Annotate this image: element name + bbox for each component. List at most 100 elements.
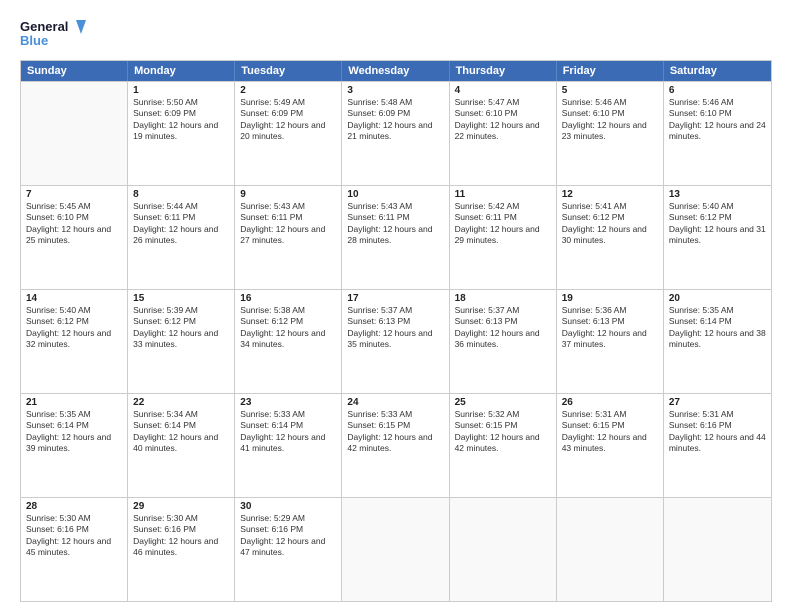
weekday-header: Thursday	[450, 61, 557, 81]
calendar-cell	[664, 498, 771, 601]
calendar-cell: 4 Sunrise: 5:47 AM Sunset: 6:10 PM Dayli…	[450, 82, 557, 185]
day-info: Sunrise: 5:36 AM Sunset: 6:13 PM Dayligh…	[562, 305, 658, 351]
weekday-header: Tuesday	[235, 61, 342, 81]
day-info: Sunrise: 5:43 AM Sunset: 6:11 PM Dayligh…	[240, 201, 336, 247]
day-number: 11	[455, 189, 551, 200]
day-info: Sunrise: 5:42 AM Sunset: 6:11 PM Dayligh…	[455, 201, 551, 247]
day-info: Sunrise: 5:39 AM Sunset: 6:12 PM Dayligh…	[133, 305, 229, 351]
weekday-header: Wednesday	[342, 61, 449, 81]
day-info: Sunrise: 5:30 AM Sunset: 6:16 PM Dayligh…	[26, 513, 122, 559]
day-number: 18	[455, 293, 551, 304]
logo: General Blue	[20, 16, 90, 52]
day-number: 2	[240, 85, 336, 96]
day-number: 25	[455, 397, 551, 408]
day-number: 29	[133, 501, 229, 512]
svg-text:Blue: Blue	[20, 33, 48, 48]
day-info: Sunrise: 5:43 AM Sunset: 6:11 PM Dayligh…	[347, 201, 443, 247]
day-info: Sunrise: 5:33 AM Sunset: 6:15 PM Dayligh…	[347, 409, 443, 455]
day-number: 21	[26, 397, 122, 408]
calendar-cell: 9 Sunrise: 5:43 AM Sunset: 6:11 PM Dayli…	[235, 186, 342, 289]
calendar-cell: 21 Sunrise: 5:35 AM Sunset: 6:14 PM Dayl…	[21, 394, 128, 497]
day-info: Sunrise: 5:40 AM Sunset: 6:12 PM Dayligh…	[26, 305, 122, 351]
weekday-header: Monday	[128, 61, 235, 81]
calendar-row: 14 Sunrise: 5:40 AM Sunset: 6:12 PM Dayl…	[21, 289, 771, 393]
calendar-cell: 15 Sunrise: 5:39 AM Sunset: 6:12 PM Dayl…	[128, 290, 235, 393]
page: General Blue SundayMondayTuesdayWednesda…	[0, 0, 792, 612]
calendar-cell: 3 Sunrise: 5:48 AM Sunset: 6:09 PM Dayli…	[342, 82, 449, 185]
calendar-cell: 28 Sunrise: 5:30 AM Sunset: 6:16 PM Dayl…	[21, 498, 128, 601]
header: General Blue	[20, 16, 772, 52]
calendar-row: 1 Sunrise: 5:50 AM Sunset: 6:09 PM Dayli…	[21, 81, 771, 185]
calendar-cell: 27 Sunrise: 5:31 AM Sunset: 6:16 PM Dayl…	[664, 394, 771, 497]
calendar-cell: 29 Sunrise: 5:30 AM Sunset: 6:16 PM Dayl…	[128, 498, 235, 601]
day-number: 19	[562, 293, 658, 304]
weekday-header: Friday	[557, 61, 664, 81]
day-number: 27	[669, 397, 766, 408]
day-info: Sunrise: 5:37 AM Sunset: 6:13 PM Dayligh…	[455, 305, 551, 351]
day-number: 7	[26, 189, 122, 200]
calendar-cell: 14 Sunrise: 5:40 AM Sunset: 6:12 PM Dayl…	[21, 290, 128, 393]
day-info: Sunrise: 5:50 AM Sunset: 6:09 PM Dayligh…	[133, 97, 229, 143]
calendar-cell	[557, 498, 664, 601]
weekday-header: Sunday	[21, 61, 128, 81]
calendar-cell: 16 Sunrise: 5:38 AM Sunset: 6:12 PM Dayl…	[235, 290, 342, 393]
calendar-cell: 23 Sunrise: 5:33 AM Sunset: 6:14 PM Dayl…	[235, 394, 342, 497]
calendar-cell: 8 Sunrise: 5:44 AM Sunset: 6:11 PM Dayli…	[128, 186, 235, 289]
day-info: Sunrise: 5:37 AM Sunset: 6:13 PM Dayligh…	[347, 305, 443, 351]
calendar-cell	[21, 82, 128, 185]
day-number: 22	[133, 397, 229, 408]
calendar-cell: 10 Sunrise: 5:43 AM Sunset: 6:11 PM Dayl…	[342, 186, 449, 289]
calendar-cell	[450, 498, 557, 601]
calendar-cell: 1 Sunrise: 5:50 AM Sunset: 6:09 PM Dayli…	[128, 82, 235, 185]
calendar-cell	[342, 498, 449, 601]
day-number: 26	[562, 397, 658, 408]
day-info: Sunrise: 5:33 AM Sunset: 6:14 PM Dayligh…	[240, 409, 336, 455]
day-info: Sunrise: 5:32 AM Sunset: 6:15 PM Dayligh…	[455, 409, 551, 455]
day-number: 5	[562, 85, 658, 96]
calendar-cell: 18 Sunrise: 5:37 AM Sunset: 6:13 PM Dayl…	[450, 290, 557, 393]
day-info: Sunrise: 5:31 AM Sunset: 6:15 PM Dayligh…	[562, 409, 658, 455]
calendar-cell: 2 Sunrise: 5:49 AM Sunset: 6:09 PM Dayli…	[235, 82, 342, 185]
day-info: Sunrise: 5:46 AM Sunset: 6:10 PM Dayligh…	[562, 97, 658, 143]
calendar-row: 21 Sunrise: 5:35 AM Sunset: 6:14 PM Dayl…	[21, 393, 771, 497]
day-info: Sunrise: 5:30 AM Sunset: 6:16 PM Dayligh…	[133, 513, 229, 559]
calendar-cell: 24 Sunrise: 5:33 AM Sunset: 6:15 PM Dayl…	[342, 394, 449, 497]
logo-svg: General Blue	[20, 16, 90, 52]
day-number: 30	[240, 501, 336, 512]
day-info: Sunrise: 5:38 AM Sunset: 6:12 PM Dayligh…	[240, 305, 336, 351]
day-info: Sunrise: 5:35 AM Sunset: 6:14 PM Dayligh…	[669, 305, 766, 351]
day-info: Sunrise: 5:45 AM Sunset: 6:10 PM Dayligh…	[26, 201, 122, 247]
day-number: 4	[455, 85, 551, 96]
day-info: Sunrise: 5:31 AM Sunset: 6:16 PM Dayligh…	[669, 409, 766, 455]
day-info: Sunrise: 5:44 AM Sunset: 6:11 PM Dayligh…	[133, 201, 229, 247]
day-number: 14	[26, 293, 122, 304]
day-info: Sunrise: 5:49 AM Sunset: 6:09 PM Dayligh…	[240, 97, 336, 143]
day-number: 10	[347, 189, 443, 200]
calendar-cell: 5 Sunrise: 5:46 AM Sunset: 6:10 PM Dayli…	[557, 82, 664, 185]
calendar-cell: 13 Sunrise: 5:40 AM Sunset: 6:12 PM Dayl…	[664, 186, 771, 289]
weekday-header: Saturday	[664, 61, 771, 81]
day-info: Sunrise: 5:48 AM Sunset: 6:09 PM Dayligh…	[347, 97, 443, 143]
day-number: 15	[133, 293, 229, 304]
calendar: SundayMondayTuesdayWednesdayThursdayFrid…	[20, 60, 772, 602]
day-number: 17	[347, 293, 443, 304]
day-number: 9	[240, 189, 336, 200]
calendar-cell: 26 Sunrise: 5:31 AM Sunset: 6:15 PM Dayl…	[557, 394, 664, 497]
day-info: Sunrise: 5:46 AM Sunset: 6:10 PM Dayligh…	[669, 97, 766, 143]
day-info: Sunrise: 5:35 AM Sunset: 6:14 PM Dayligh…	[26, 409, 122, 455]
calendar-cell: 19 Sunrise: 5:36 AM Sunset: 6:13 PM Dayl…	[557, 290, 664, 393]
day-info: Sunrise: 5:40 AM Sunset: 6:12 PM Dayligh…	[669, 201, 766, 247]
day-info: Sunrise: 5:41 AM Sunset: 6:12 PM Dayligh…	[562, 201, 658, 247]
calendar-cell: 30 Sunrise: 5:29 AM Sunset: 6:16 PM Dayl…	[235, 498, 342, 601]
calendar-cell: 22 Sunrise: 5:34 AM Sunset: 6:14 PM Dayl…	[128, 394, 235, 497]
calendar-body: 1 Sunrise: 5:50 AM Sunset: 6:09 PM Dayli…	[21, 81, 771, 601]
calendar-cell: 11 Sunrise: 5:42 AM Sunset: 6:11 PM Dayl…	[450, 186, 557, 289]
day-number: 28	[26, 501, 122, 512]
day-number: 1	[133, 85, 229, 96]
day-number: 20	[669, 293, 766, 304]
calendar-cell: 6 Sunrise: 5:46 AM Sunset: 6:10 PM Dayli…	[664, 82, 771, 185]
day-number: 16	[240, 293, 336, 304]
calendar-header: SundayMondayTuesdayWednesdayThursdayFrid…	[21, 61, 771, 81]
calendar-row: 7 Sunrise: 5:45 AM Sunset: 6:10 PM Dayli…	[21, 185, 771, 289]
day-number: 12	[562, 189, 658, 200]
